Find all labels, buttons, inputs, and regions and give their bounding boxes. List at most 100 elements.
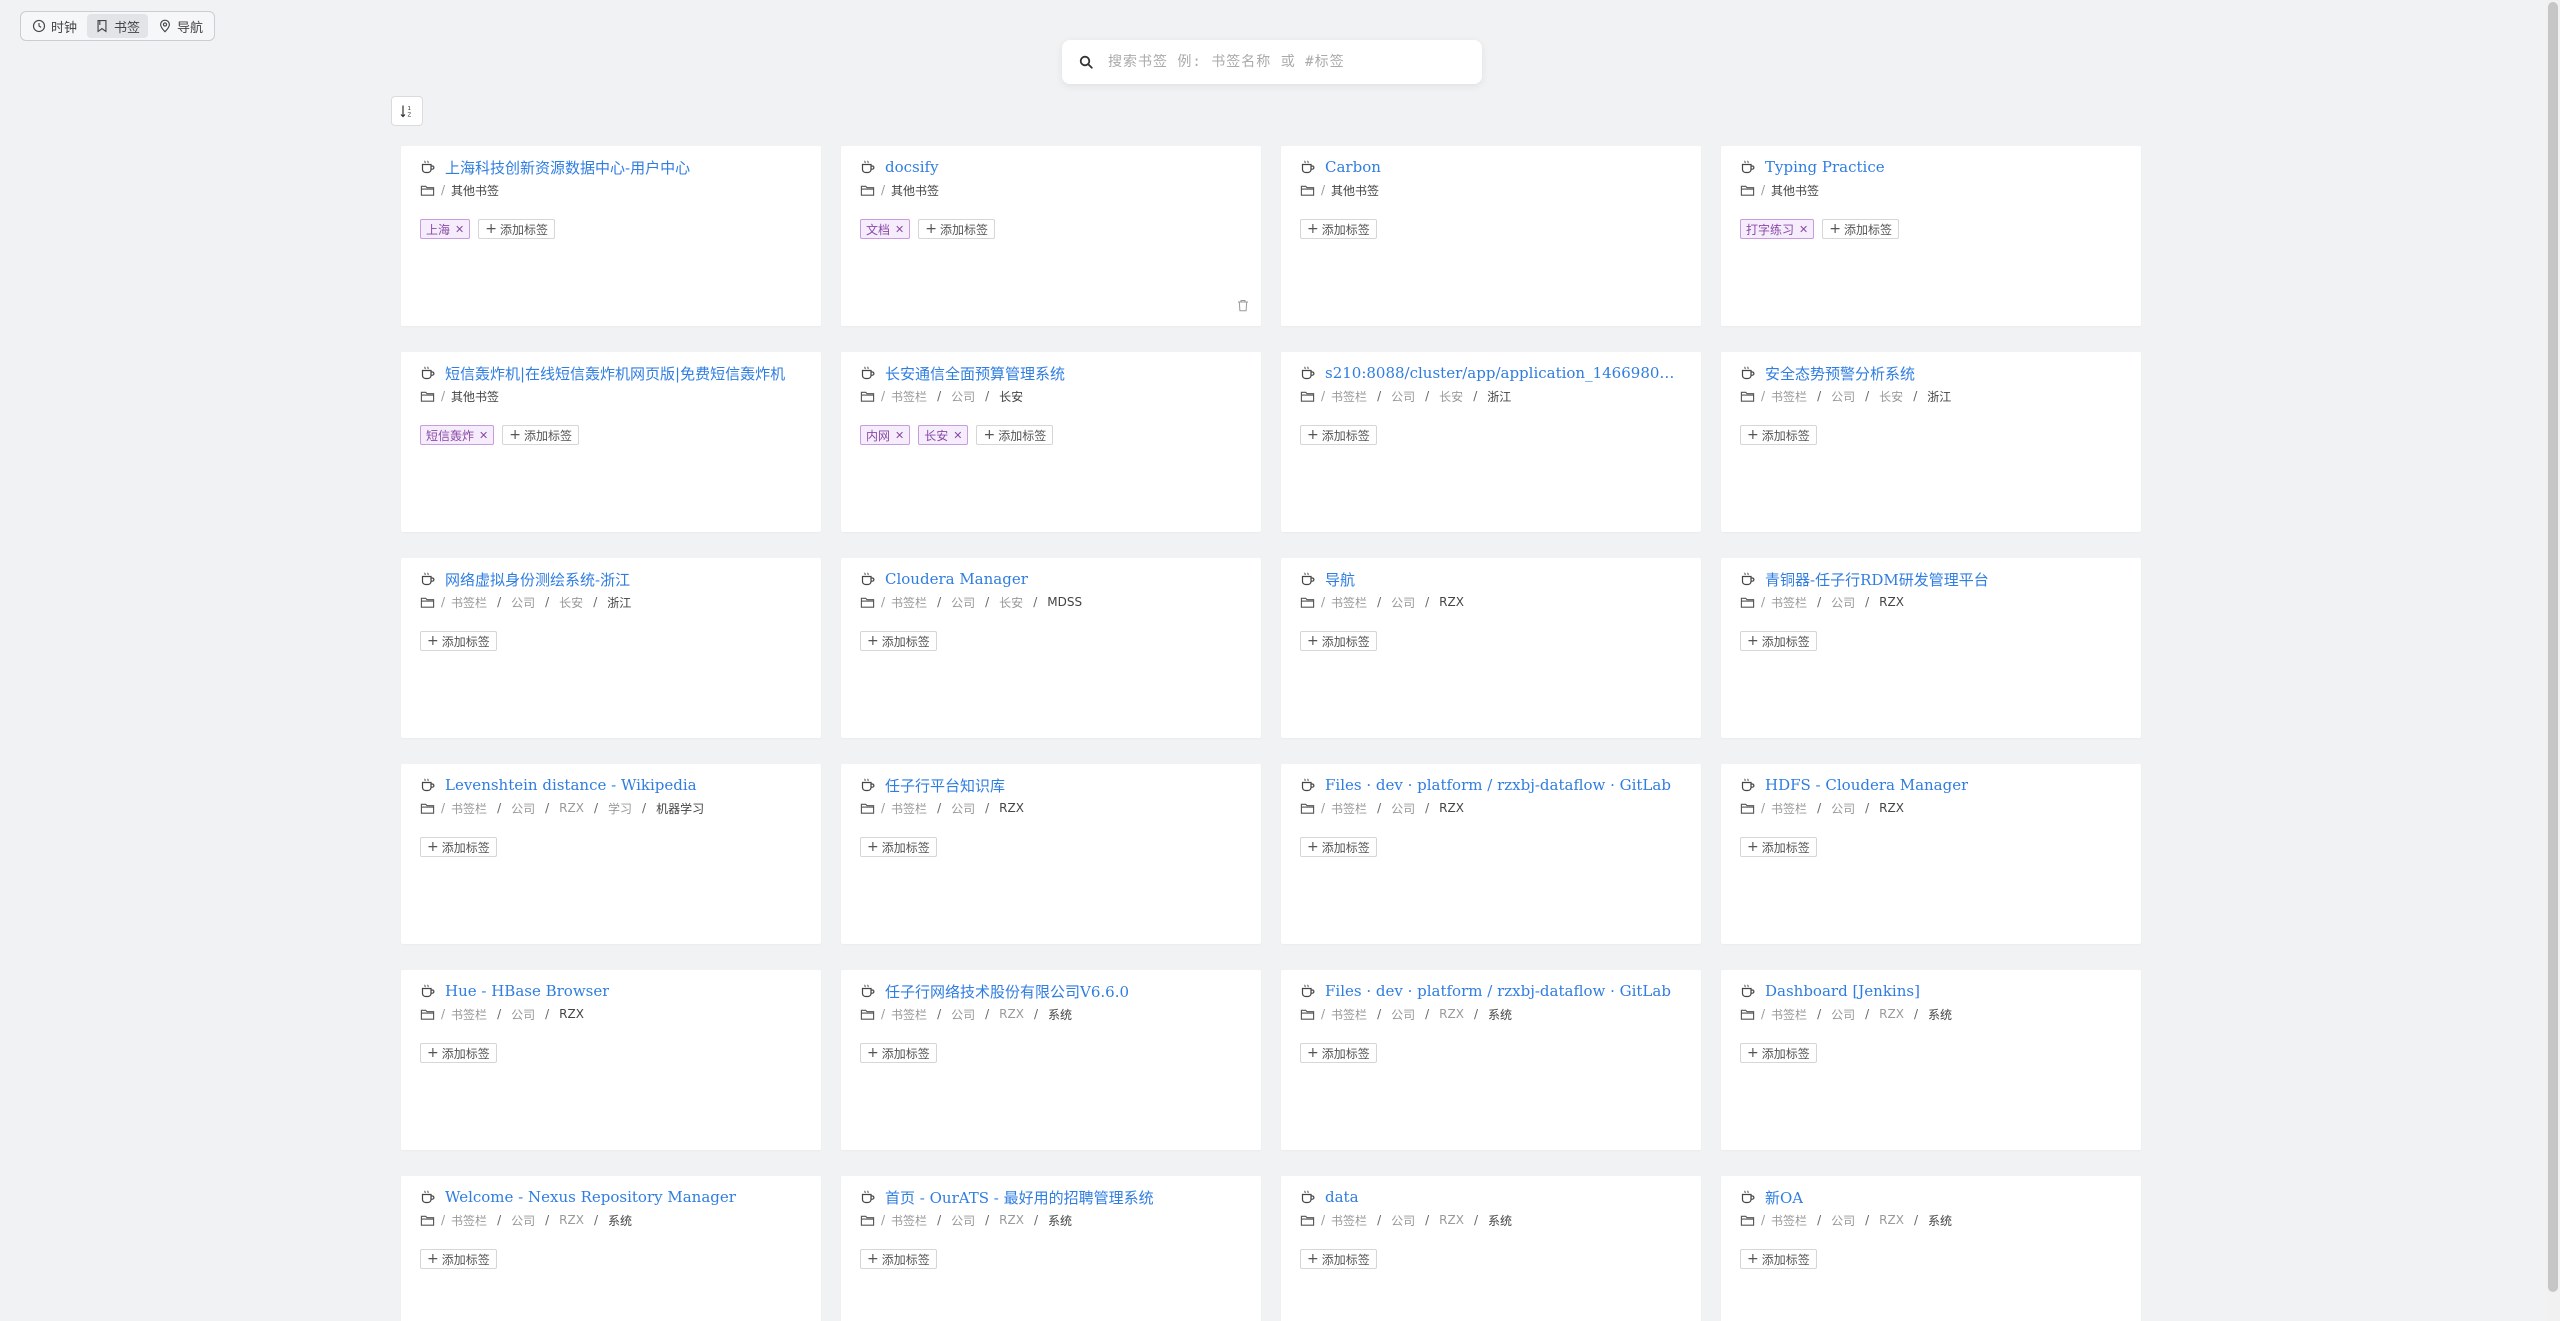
bookmark-card[interactable]: docsify / 其他书签 文档 ✕ + 添加标签: [841, 146, 1261, 326]
bookmark-card[interactable]: Typing Practice / 其他书签 打字练习 ✕ + 添加标签: [1721, 146, 2141, 326]
path-segment[interactable]: 书签栏: [891, 1212, 927, 1229]
bookmark-link[interactable]: 新OA: [1765, 1187, 1803, 1208]
bookmark-card[interactable]: 网络虚拟身份测绘系统-浙江 / 书签栏 / 公司 / 长安 / 浙江 + 添加标签: [401, 558, 821, 738]
bookmark-link[interactable]: 青铜器-任子行RDM研发管理平台: [1765, 569, 1989, 590]
path-segment[interactable]: 公司: [511, 1212, 535, 1229]
bookmark-card[interactable]: Welcome - Nexus Repository Manager / 书签栏 / 公…: [401, 1176, 821, 1321]
path-segment[interactable]: 书签栏: [1331, 594, 1367, 611]
bookmark-link[interactable]: 任子行平台知识库: [885, 775, 1005, 796]
tag[interactable]: 内网 ✕: [860, 425, 911, 445]
path-segment[interactable]: 公司: [1391, 800, 1415, 817]
path-segment[interactable]: 公司: [1391, 1212, 1415, 1229]
add-tag-button[interactable]: + 添加标签: [502, 425, 579, 445]
scrollbar-thumb[interactable]: [2548, 2, 2558, 1292]
path-segment[interactable]: 书签栏: [451, 1006, 487, 1023]
add-tag-button[interactable]: + 添加标签: [918, 219, 995, 239]
tag[interactable]: 上海 ✕: [420, 219, 471, 239]
path-segment[interactable]: RZX: [559, 801, 584, 815]
path-segment[interactable]: RZX: [999, 1213, 1024, 1227]
bookmark-link[interactable]: 网络虚拟身份测绘系统-浙江: [445, 569, 630, 590]
path-segment[interactable]: 其他书签: [451, 388, 499, 405]
bookmark-card[interactable]: 青铜器-任子行RDM研发管理平台 / 书签栏 / 公司 / RZX + 添加标签: [1721, 558, 2141, 738]
add-tag-button[interactable]: + 添加标签: [420, 631, 497, 651]
bookmark-card[interactable]: Levenshtein distance - Wikipedia / 书签栏 / 公司 /…: [401, 764, 821, 944]
bookmark-link[interactable]: Cloudera Manager: [885, 570, 1028, 588]
bookmark-card[interactable]: 短信轰炸机|在线短信轰炸机网页版|免费短信轰炸机 / 其他书签 短信轰炸 ✕ + 添加标签: [401, 352, 821, 532]
add-tag-button[interactable]: + 添加标签: [1740, 1043, 1817, 1063]
add-tag-button[interactable]: + 添加标签: [1300, 1249, 1377, 1269]
add-tag-button[interactable]: + 添加标签: [420, 1249, 497, 1269]
path-segment[interactable]: 公司: [511, 1006, 535, 1023]
tag[interactable]: 短信轰炸 ✕: [420, 425, 495, 445]
path-segment[interactable]: 长安: [559, 594, 583, 611]
bookmark-link[interactable]: Levenshtein distance - Wikipedia: [445, 776, 697, 794]
scrollbar[interactable]: [2546, 0, 2560, 1321]
remove-tag-icon[interactable]: ✕: [1799, 223, 1808, 236]
bookmark-link[interactable]: 任子行网络技术股份有限公司V6.6.0: [885, 981, 1129, 1002]
remove-tag-icon[interactable]: ✕: [479, 429, 488, 442]
path-segment[interactable]: 系统: [1488, 1006, 1512, 1023]
bookmark-card[interactable]: 任子行平台知识库 / 书签栏 / 公司 / RZX + 添加标签: [841, 764, 1261, 944]
path-segment[interactable]: 公司: [1831, 388, 1855, 405]
path-segment[interactable]: 书签栏: [1331, 1006, 1367, 1023]
path-segment[interactable]: 系统: [1048, 1212, 1072, 1229]
path-segment[interactable]: 浙江: [1927, 388, 1951, 405]
path-segment[interactable]: 书签栏: [891, 594, 927, 611]
path-segment[interactable]: 其他书签: [1771, 182, 1819, 199]
path-segment[interactable]: 书签栏: [451, 594, 487, 611]
bookmark-card[interactable]: 导航 / 书签栏 / 公司 / RZX + 添加标签: [1281, 558, 1701, 738]
bookmark-link[interactable]: 安全态势预警分析系统: [1765, 363, 1915, 384]
search-input[interactable]: [1108, 54, 1466, 70]
path-segment[interactable]: 书签栏: [1331, 800, 1367, 817]
path-segment[interactable]: 公司: [1831, 594, 1855, 611]
bookmark-card[interactable]: 安全态势预警分析系统 / 书签栏 / 公司 / 长安 / 浙江 + 添加标签: [1721, 352, 2141, 532]
path-segment[interactable]: RZX: [559, 1213, 584, 1227]
path-segment[interactable]: RZX: [1439, 1007, 1464, 1021]
bookmark-link[interactable]: Files · dev · platform / rzxbj-dataflow …: [1325, 776, 1671, 794]
remove-tag-icon[interactable]: ✕: [895, 223, 904, 236]
bookmark-link[interactable]: 短信轰炸机|在线短信轰炸机网页版|免费短信轰炸机: [445, 363, 785, 384]
add-tag-button[interactable]: + 添加标签: [478, 219, 555, 239]
path-segment[interactable]: 系统: [1488, 1212, 1512, 1229]
add-tag-button[interactable]: + 添加标签: [1740, 425, 1817, 445]
tag[interactable]: 长安 ✕: [918, 425, 969, 445]
path-segment[interactable]: 公司: [951, 1006, 975, 1023]
mode-bookmark[interactable]: 书签: [87, 14, 148, 38]
path-segment[interactable]: 公司: [1391, 388, 1415, 405]
path-segment[interactable]: 书签栏: [451, 1212, 487, 1229]
path-segment[interactable]: 书签栏: [1771, 594, 1807, 611]
path-segment[interactable]: MDSS: [1047, 595, 1082, 609]
path-segment[interactable]: RZX: [999, 1007, 1024, 1021]
remove-tag-icon[interactable]: ✕: [953, 429, 962, 442]
path-segment[interactable]: 公司: [511, 800, 535, 817]
path-segment[interactable]: 系统: [1928, 1006, 1952, 1023]
bookmark-link[interactable]: HDFS - Cloudera Manager: [1765, 776, 1968, 794]
bookmark-link[interactable]: Files · dev · platform / rzxbj-dataflow …: [1325, 982, 1671, 1000]
path-segment[interactable]: RZX: [1439, 801, 1464, 815]
path-segment[interactable]: RZX: [1879, 595, 1904, 609]
add-tag-button[interactable]: + 添加标签: [1822, 219, 1899, 239]
path-segment[interactable]: 书签栏: [891, 800, 927, 817]
bookmark-card[interactable]: 长安通信全面预算管理系统 / 书签栏 / 公司 / 长安 内网 ✕ 长安 ✕ + 添加标签: [841, 352, 1261, 532]
path-segment[interactable]: 书签栏: [1771, 800, 1807, 817]
add-tag-button[interactable]: + 添加标签: [1740, 837, 1817, 857]
path-segment[interactable]: 公司: [1391, 1006, 1415, 1023]
bookmark-card[interactable]: 首页 - OurATS - 最好用的招聘管理系统 / 书签栏 / 公司 / RZX / 系统 + 添…: [841, 1176, 1261, 1321]
add-tag-button[interactable]: + 添加标签: [1740, 631, 1817, 651]
path-segment[interactable]: 书签栏: [1771, 1212, 1807, 1229]
bookmark-card[interactable]: Files · dev · platform / rzxbj-dataflow …: [1281, 764, 1701, 944]
add-tag-button[interactable]: + 添加标签: [860, 1249, 937, 1269]
bookmark-card[interactable]: 上海科技创新资源数据中心-用户中心 / 其他书签 上海 ✕ + 添加标签: [401, 146, 821, 326]
remove-tag-icon[interactable]: ✕: [455, 223, 464, 236]
path-segment[interactable]: 书签栏: [1771, 388, 1807, 405]
path-segment[interactable]: 学习: [608, 800, 632, 817]
tag[interactable]: 文档 ✕: [860, 219, 911, 239]
add-tag-button[interactable]: + 添加标签: [1740, 1249, 1817, 1269]
remove-tag-icon[interactable]: ✕: [895, 429, 904, 442]
bookmark-card[interactable]: Dashboard [Jenkins] / 书签栏 / 公司 / RZX / 系统 + 添加标签: [1721, 970, 2141, 1150]
bookmark-card[interactable]: Cloudera Manager / 书签栏 / 公司 / 长安 / MDSS + 添加标签: [841, 558, 1261, 738]
path-segment[interactable]: 书签栏: [1331, 388, 1367, 405]
bookmark-link[interactable]: Hue - HBase Browser: [445, 982, 609, 1000]
add-tag-button[interactable]: + 添加标签: [1300, 1043, 1377, 1063]
path-segment[interactable]: 公司: [511, 594, 535, 611]
